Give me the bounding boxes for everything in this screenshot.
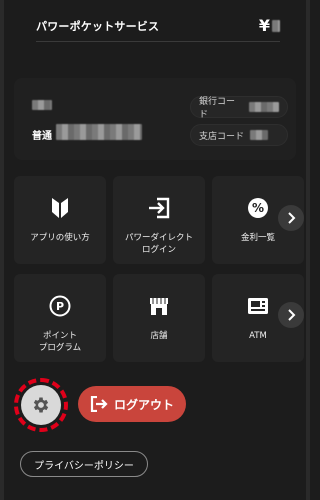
tile-power-direct-login[interactable]: パワーダイレクト ログイン xyxy=(113,176,205,264)
atm-icon xyxy=(247,294,269,318)
tile-label: パワーダイレクト ログイン xyxy=(124,233,193,255)
bank-code-label: 銀行コード xyxy=(199,97,236,120)
balance-masked-value xyxy=(272,19,280,32)
tile-point-program[interactable]: P ポイント プログラム xyxy=(14,274,106,362)
app-title: パワーポケットサービス xyxy=(36,19,160,33)
tile-app-guide[interactable]: アプリの使い方 xyxy=(14,176,106,264)
login-arrow-icon xyxy=(147,196,171,220)
account-card: 普通 銀行コード 支店コード xyxy=(14,78,296,160)
balance-display: ¥ xyxy=(259,16,280,35)
currency-symbol: ¥ xyxy=(258,16,270,35)
chevron-right-icon xyxy=(288,212,296,224)
tile-label: ATM xyxy=(249,331,267,341)
logout-button[interactable]: ログアウト xyxy=(78,386,186,422)
privacy-policy-button[interactable]: プライバシーポリシー xyxy=(20,451,148,477)
app-header: パワーポケットサービス ¥ xyxy=(36,10,280,42)
store-icon xyxy=(148,294,170,318)
gear-icon xyxy=(33,397,49,413)
tile-label: 店舗 xyxy=(150,331,168,341)
bank-code-pill: 銀行コード xyxy=(190,96,288,120)
privacy-policy-label: プライバシーポリシー xyxy=(34,460,134,472)
branch-code-label: 支店コード xyxy=(199,131,245,142)
scroll-right-button[interactable] xyxy=(278,205,304,231)
settings-highlight-ring xyxy=(14,378,68,432)
bank-code-masked xyxy=(249,102,279,112)
scroll-right-button[interactable] xyxy=(278,302,304,328)
tile-label: アプリの使い方 xyxy=(30,233,90,243)
account-name-masked xyxy=(32,100,52,110)
tile-label: ポイント プログラム xyxy=(38,331,82,353)
branch-code-pill: 支店コード xyxy=(190,124,288,146)
percent-icon: % xyxy=(247,196,269,220)
account-number-masked xyxy=(56,124,142,140)
tile-stores[interactable]: 店舗 xyxy=(113,274,205,362)
account-type: 普通 xyxy=(32,131,52,142)
logout-label: ログアウト xyxy=(113,397,174,412)
point-p-icon: P xyxy=(49,294,71,318)
tile-label: 金利一覧 xyxy=(240,233,275,243)
svg-text:%: % xyxy=(252,201,264,215)
settings-button[interactable] xyxy=(21,385,61,425)
shield-icon xyxy=(51,196,69,220)
chevron-right-icon xyxy=(288,309,296,321)
logout-icon xyxy=(90,396,108,412)
svg-text:P: P xyxy=(56,300,64,313)
branch-code-masked xyxy=(250,130,269,140)
